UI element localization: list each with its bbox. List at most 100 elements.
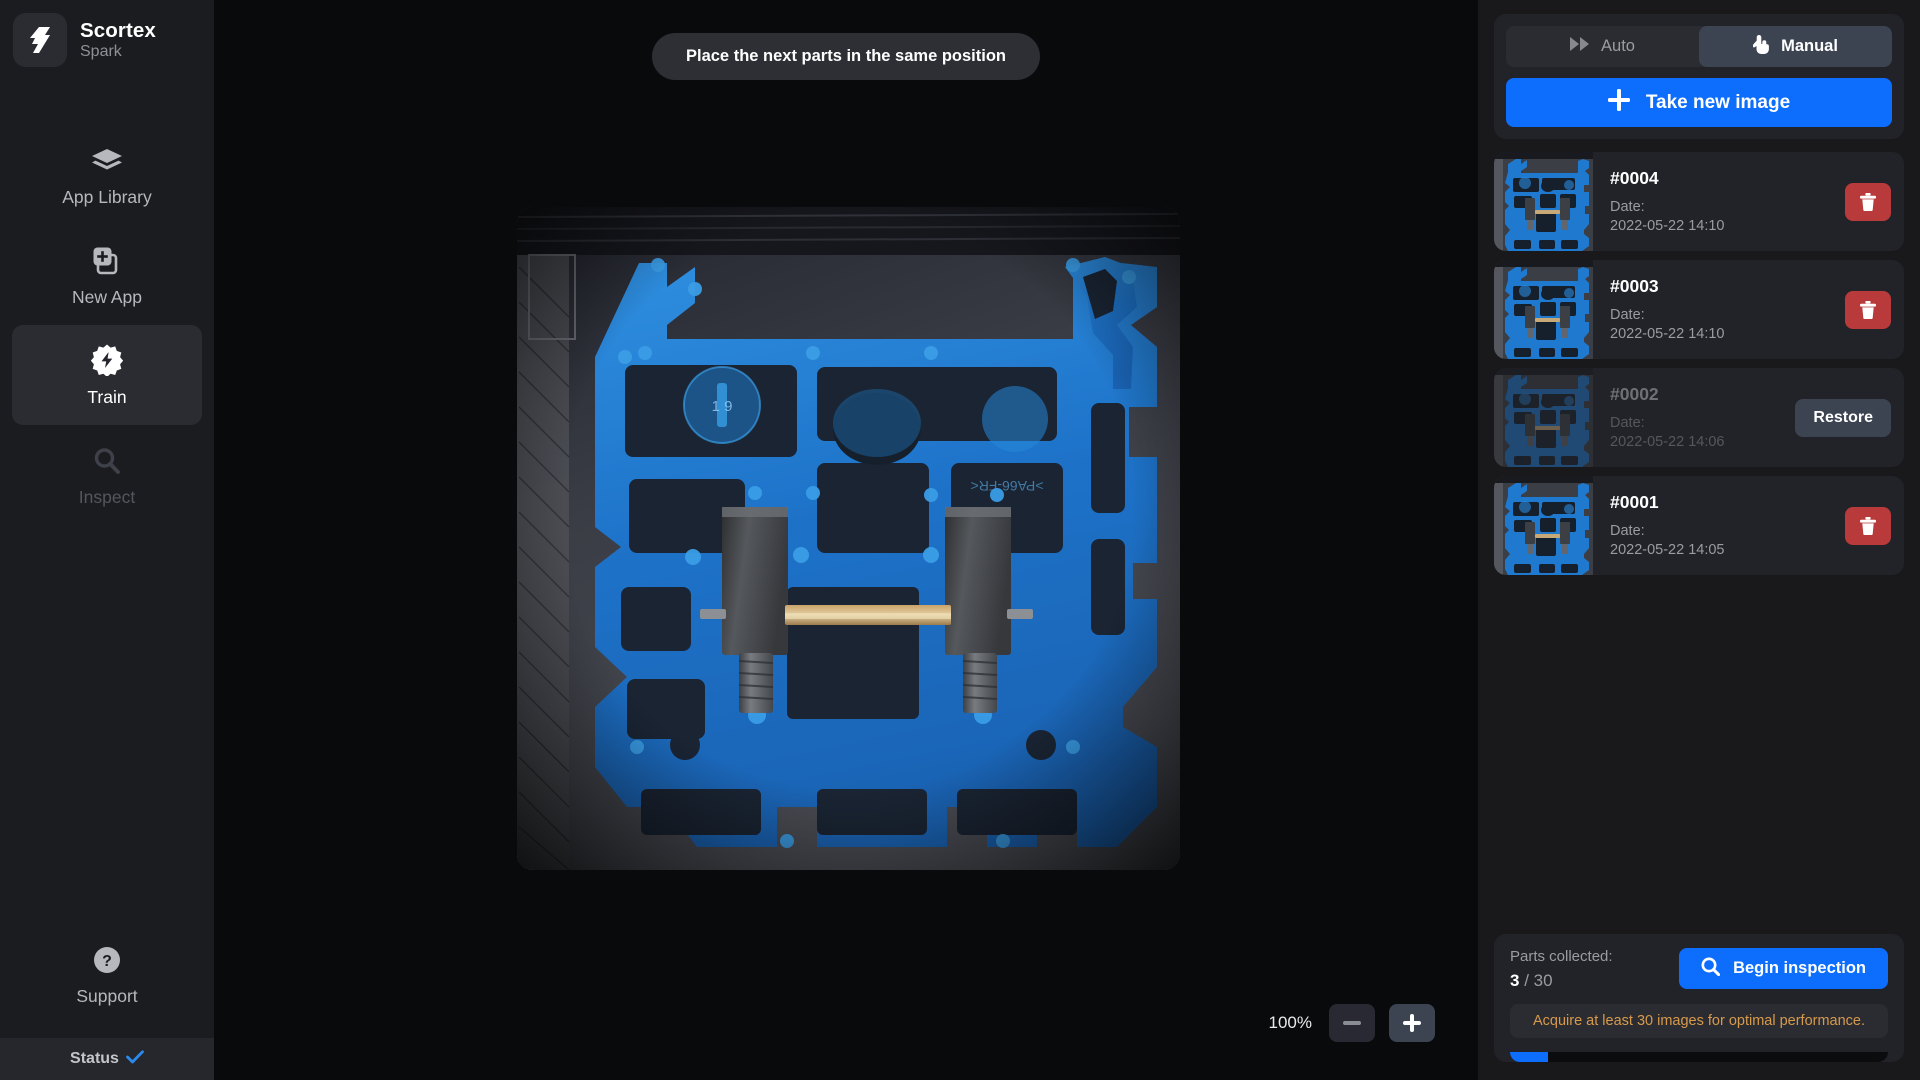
image-date-value: 2022-05-22 14:06 xyxy=(1610,433,1725,450)
parts-total: 30 xyxy=(1533,971,1553,990)
status-label: Status xyxy=(70,1050,119,1067)
image-thumbnail xyxy=(1494,260,1593,359)
delete-image-button[interactable] xyxy=(1845,506,1891,545)
image-date-value: 2022-05-22 14:10 xyxy=(1610,217,1725,234)
main-canvas: Place the next parts in the same positio… xyxy=(214,0,1478,1080)
right-panel-bottom-pad xyxy=(1494,1062,1904,1080)
plus-icon xyxy=(1403,1014,1421,1032)
collection-summary-card: Parts collected: 3 / 30 Begin inspection xyxy=(1494,934,1904,1062)
sidebar-item-label: App Library xyxy=(62,187,152,207)
trash-icon xyxy=(1860,516,1876,535)
minus-icon xyxy=(1343,1021,1361,1025)
image-id: #0003 xyxy=(1610,276,1659,297)
parts-collected-value: 3 / 30 xyxy=(1510,971,1613,991)
image-list-item[interactable]: #0003 Date: 2022-05-22 14:10 xyxy=(1494,260,1904,359)
check-icon xyxy=(126,1049,144,1069)
image-date-label: Date: xyxy=(1610,415,1645,432)
zoom-out-button[interactable] xyxy=(1329,1004,1375,1042)
sidebar-item-new-app[interactable]: New App xyxy=(12,225,202,325)
parts-collected: Parts collected: 3 / 30 xyxy=(1510,948,1613,991)
plus-icon xyxy=(1607,88,1630,117)
image-action xyxy=(1845,290,1904,329)
image-date-label: Date: xyxy=(1610,307,1645,324)
begin-inspection-button[interactable]: Begin inspection xyxy=(1679,948,1888,989)
image-thumbnail xyxy=(1494,152,1593,251)
image-id: #0001 xyxy=(1610,492,1659,513)
take-new-image-label: Take new image xyxy=(1645,91,1791,113)
sidebar: Scortex Spark App Library New App Train … xyxy=(0,0,214,1080)
delete-image-button[interactable] xyxy=(1845,182,1891,221)
image-thumbnail xyxy=(1494,368,1593,467)
image-id: #0002 xyxy=(1610,384,1659,405)
image-list: #0004 Date: 2022-05-22 14:10 #0003 Date:… xyxy=(1494,152,1904,575)
app-root: Scortex Spark App Library New App Train … xyxy=(0,0,1920,1080)
image-list-item[interactable]: #0004 Date: 2022-05-22 14:10 xyxy=(1494,152,1904,251)
spark-badge-icon xyxy=(91,342,123,376)
new-app-icon xyxy=(92,242,122,276)
image-info: #0001 Date: 2022-05-22 14:05 xyxy=(1593,492,1845,558)
right-panel: Auto Manual Take new image #0004 Date: 2… xyxy=(1478,0,1920,1080)
brand-name: Scortex xyxy=(80,18,156,42)
delete-image-button[interactable] xyxy=(1845,290,1891,329)
sidebar-nav: App Library New App Train Inspect xyxy=(0,125,214,525)
part-photo[interactable]: 1 9 >PA66-FR< xyxy=(517,207,1180,870)
image-date-value: 2022-05-22 14:05 xyxy=(1610,541,1725,558)
parts-collected-label: Parts collected: xyxy=(1510,948,1613,965)
toggle-option-auto[interactable]: Auto xyxy=(1506,26,1699,67)
sidebar-item-app-library[interactable]: App Library xyxy=(12,125,202,225)
sidebar-item-inspect[interactable]: Inspect xyxy=(12,425,202,525)
question-circle-icon: ? xyxy=(93,940,121,974)
sidebar-item-label: New App xyxy=(71,287,143,307)
collection-summary-top: Parts collected: 3 / 30 Begin inspection xyxy=(1510,948,1888,991)
collection-progress-fill xyxy=(1510,1052,1548,1062)
begin-inspection-label: Begin inspection xyxy=(1733,959,1866,977)
svg-text:?: ? xyxy=(102,953,112,970)
sidebar-item-label: Inspect xyxy=(78,487,136,507)
sidebar-item-label: Train xyxy=(87,387,127,407)
parts-separator: / xyxy=(1519,971,1534,990)
fast-forward-icon xyxy=(1570,37,1590,56)
image-info: #0002 Date: 2022-05-22 14:06 xyxy=(1593,384,1795,450)
image-info: #0003 Date: 2022-05-22 14:10 xyxy=(1593,276,1845,342)
image-list-item[interactable]: #0001 Date: 2022-05-22 14:05 xyxy=(1494,476,1904,575)
image-date-label: Date: xyxy=(1610,199,1645,216)
layers-icon xyxy=(91,142,123,176)
take-new-image-button[interactable]: Take new image xyxy=(1506,78,1892,127)
image-id: #0004 xyxy=(1610,168,1659,189)
right-panel-spacer xyxy=(1494,575,1904,934)
image-action: Restore xyxy=(1795,398,1904,437)
zoom-in-button[interactable] xyxy=(1389,1004,1435,1042)
image-thumbnail xyxy=(1494,476,1593,575)
scortex-logo-icon xyxy=(13,13,67,67)
instruction-banner: Place the next parts in the same positio… xyxy=(651,33,1041,80)
zoom-level: 100% xyxy=(1268,1013,1312,1032)
image-date: Date: 2022-05-22 14:05 xyxy=(1610,522,1845,558)
sidebar-item-train[interactable]: Train xyxy=(12,325,202,425)
image-action xyxy=(1845,506,1904,545)
magnifier-icon xyxy=(1701,957,1721,981)
image-info: #0004 Date: 2022-05-22 14:10 xyxy=(1593,168,1845,234)
image-date: Date: 2022-05-22 14:10 xyxy=(1610,198,1845,234)
image-date: Date: 2022-05-22 14:10 xyxy=(1610,306,1845,342)
trash-icon xyxy=(1860,300,1876,319)
sidebar-item-label: Support xyxy=(76,985,138,1006)
mode-toggle: Auto Manual xyxy=(1506,26,1892,67)
hand-pointer-icon xyxy=(1752,34,1770,59)
image-action xyxy=(1845,182,1904,221)
brand[interactable]: Scortex Spark xyxy=(0,0,214,67)
image-list-item[interactable]: #0002 Date: 2022-05-22 14:06 Restore xyxy=(1494,368,1904,467)
collection-progress-bar xyxy=(1510,1052,1888,1062)
trash-icon xyxy=(1860,192,1876,211)
sidebar-item-support[interactable]: ? Support xyxy=(12,930,202,1016)
restore-image-button[interactable]: Restore xyxy=(1795,398,1891,437)
magnifier-icon xyxy=(92,442,122,476)
toggle-option-manual[interactable]: Manual xyxy=(1699,26,1892,67)
acquisition-hint: Acquire at least 30 images for optimal p… xyxy=(1510,1004,1888,1038)
toggle-option-label: Manual xyxy=(1781,37,1838,55)
image-date: Date: 2022-05-22 14:06 xyxy=(1610,414,1795,450)
image-date-value: 2022-05-22 14:10 xyxy=(1610,325,1725,342)
image-date-label: Date: xyxy=(1610,523,1645,540)
status-bar[interactable]: Status xyxy=(0,1038,214,1080)
brand-subtitle: Spark xyxy=(80,42,122,60)
